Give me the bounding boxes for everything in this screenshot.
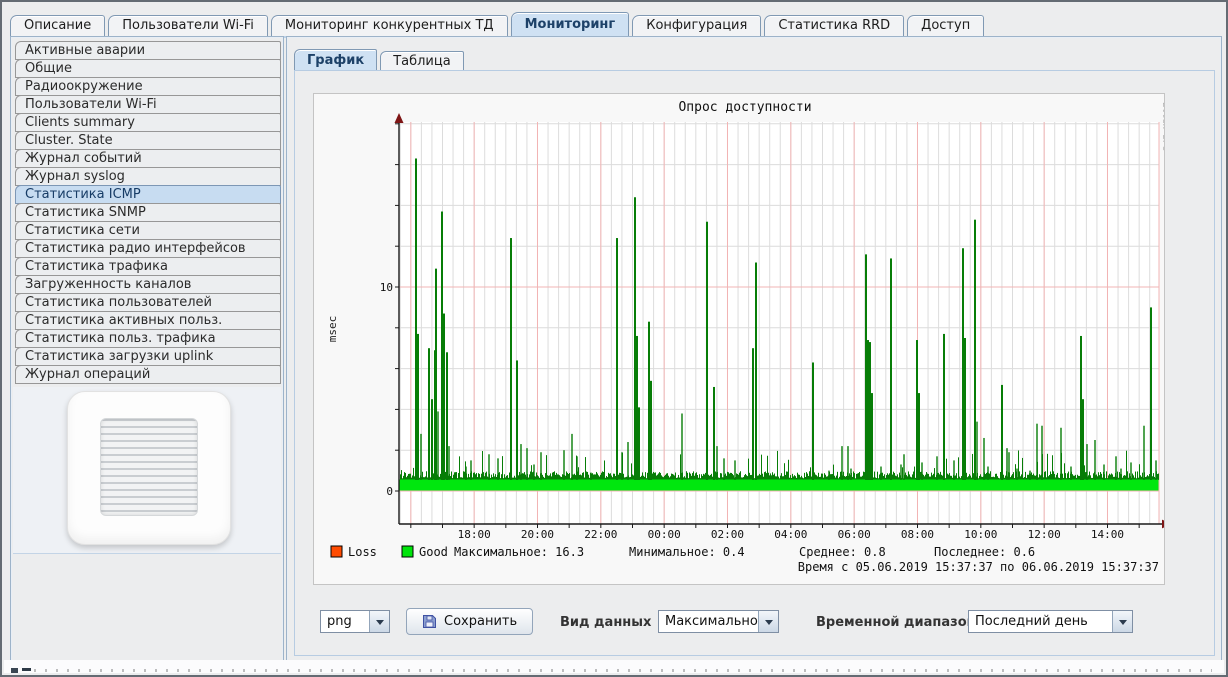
sidebar-item[interactable]: Статистика пользователей: [15, 293, 281, 312]
sidebar-item[interactable]: Журнал syslog: [15, 167, 281, 186]
sidebar-item[interactable]: Загруженность каналов: [15, 275, 281, 294]
sidebar-item[interactable]: Общие: [15, 59, 281, 78]
sidebar-item[interactable]: Статистика активных польз.: [15, 311, 281, 330]
svg-text:msec: msec: [326, 316, 339, 343]
sidebar-item[interactable]: Статистика загрузки uplink: [15, 347, 281, 366]
svg-text:Максимальное: 16.3: Максимальное: 16.3: [454, 545, 584, 559]
top-tab[interactable]: Статистика RRD: [764, 15, 904, 36]
svg-text:12:00: 12:00: [1028, 528, 1061, 541]
top-tab[interactable]: Описание: [10, 15, 105, 36]
view-content: 0 10 18:00 20:00 22:00 00:00 02:00 04:00 06:00 08…: [294, 70, 1215, 656]
svg-text:Время с 05.06.2019 15:37:37 по: Время с 05.06.2019 15:37:37 по 06.06.201…: [798, 560, 1159, 574]
device-grille: [100, 418, 198, 516]
svg-text:18:00: 18:00: [458, 528, 491, 541]
svg-text:10:00: 10:00: [964, 528, 997, 541]
svg-text:06:00: 06:00: [838, 528, 871, 541]
taskbar-fragment-dots: [34, 669, 1212, 672]
top-tab[interactable]: Конфигурация: [632, 15, 761, 36]
top-tab[interactable]: Пользователи Wi-Fi: [108, 15, 268, 36]
sidebar-item[interactable]: Clients summary: [15, 113, 281, 132]
svg-text:Good: Good: [419, 545, 448, 559]
top-tabbar: ОписаниеПользователи Wi-FiМониторинг кон…: [10, 10, 1222, 38]
format-value: png: [321, 611, 369, 632]
sidebar-item[interactable]: Радиоокружение: [15, 77, 281, 96]
data-view-value: Максимальное: [659, 611, 758, 632]
save-button[interactable]: Сохранить: [406, 608, 533, 635]
sidebar-item[interactable]: Журнал событий: [15, 149, 281, 168]
sidebar-item[interactable]: Журнал операций: [15, 365, 281, 384]
data-view-dropdown[interactable]: Максимальное: [658, 610, 779, 633]
sidebar-panel: Активные аварииОбщиеРадиоокружениеПользо…: [10, 36, 284, 662]
sidebar-item[interactable]: Статистика польз. трафика: [15, 329, 281, 348]
svg-text:04:00: 04:00: [774, 528, 807, 541]
sidebar-item[interactable]: Статистика трафика: [15, 257, 281, 276]
sidebar-item[interactable]: Активные аварии: [15, 41, 281, 60]
sidebar-item[interactable]: Статистика сети: [15, 221, 281, 240]
svg-text:14:00: 14:00: [1091, 528, 1124, 541]
chart-panel: 0 10 18:00 20:00 22:00 00:00 02:00 04:00 06:00 08…: [313, 93, 1165, 585]
save-icon: [422, 614, 437, 629]
chevron-down-icon[interactable]: [369, 611, 389, 632]
svg-text:Eltex BPG: Eltex BPG: [1160, 102, 1164, 151]
taskbar-fragment-icon: [22, 668, 31, 671]
sidebar-item[interactable]: Статистика SNMP: [15, 203, 281, 222]
device-image-area: [13, 387, 281, 554]
chevron-down-icon[interactable]: [1112, 611, 1132, 632]
sidebar-item[interactable]: Пользователи Wi-Fi: [15, 95, 281, 114]
access-point-image: [67, 391, 231, 545]
sidebar-list: Активные аварииОбщиеРадиоокружениеПользо…: [11, 41, 283, 384]
range-label: Временной диапазон: [816, 615, 976, 630]
range-dropdown[interactable]: Последний день: [968, 610, 1133, 633]
sidebar-item[interactable]: Статистика ICMP: [15, 185, 281, 204]
range-value: Последний день: [969, 611, 1112, 632]
format-dropdown[interactable]: png: [320, 610, 390, 633]
data-view-label: Вид данных: [560, 615, 651, 630]
main-panel: ГрафикТаблица 0 10 18:00 20:00 22:00 00:00 02:…: [286, 36, 1222, 662]
bottom-strip: [4, 660, 1224, 673]
svg-text:Последнее: 0.6: Последнее: 0.6: [934, 545, 1035, 559]
svg-text:10: 10: [380, 281, 393, 294]
sidebar-item[interactable]: Cluster. State: [15, 131, 281, 150]
chevron-down-icon[interactable]: [758, 611, 778, 632]
top-tab[interactable]: Доступ: [907, 15, 984, 36]
svg-text:22:00: 22:00: [584, 528, 617, 541]
save-label: Сохранить: [444, 614, 517, 629]
view-tab[interactable]: График: [294, 49, 377, 71]
availability-chart: 0 10 18:00 20:00 22:00 00:00 02:00 04:00 06:00 08…: [314, 94, 1164, 584]
chart-controls: png Сохранить Вид данных Максимальное: [295, 608, 1214, 638]
sidebar-item[interactable]: Статистика радио интерфейсов: [15, 239, 281, 258]
svg-text:Loss: Loss: [348, 545, 377, 559]
view-tabbar: ГрафикТаблица: [294, 49, 464, 71]
svg-text:08:00: 08:00: [901, 528, 934, 541]
view-tab[interactable]: Таблица: [380, 51, 464, 71]
top-tab[interactable]: Мониторинг: [511, 12, 630, 36]
svg-text:20:00: 20:00: [521, 528, 554, 541]
svg-text:0: 0: [386, 485, 393, 498]
svg-text:Опрос доступности: Опрос доступности: [678, 100, 811, 115]
top-tab[interactable]: Мониторинг конкурентных ТД: [271, 15, 508, 36]
svg-text:Среднее: 0.8: Среднее: 0.8: [799, 545, 886, 559]
svg-text:00:00: 00:00: [648, 528, 681, 541]
taskbar-fragment-icon: [11, 668, 18, 673]
app-window: ОписаниеПользователи Wi-FiМониторинг кон…: [0, 0, 1228, 677]
svg-text:Минимальное: 0.4: Минимальное: 0.4: [629, 545, 745, 559]
svg-text:02:00: 02:00: [711, 528, 744, 541]
